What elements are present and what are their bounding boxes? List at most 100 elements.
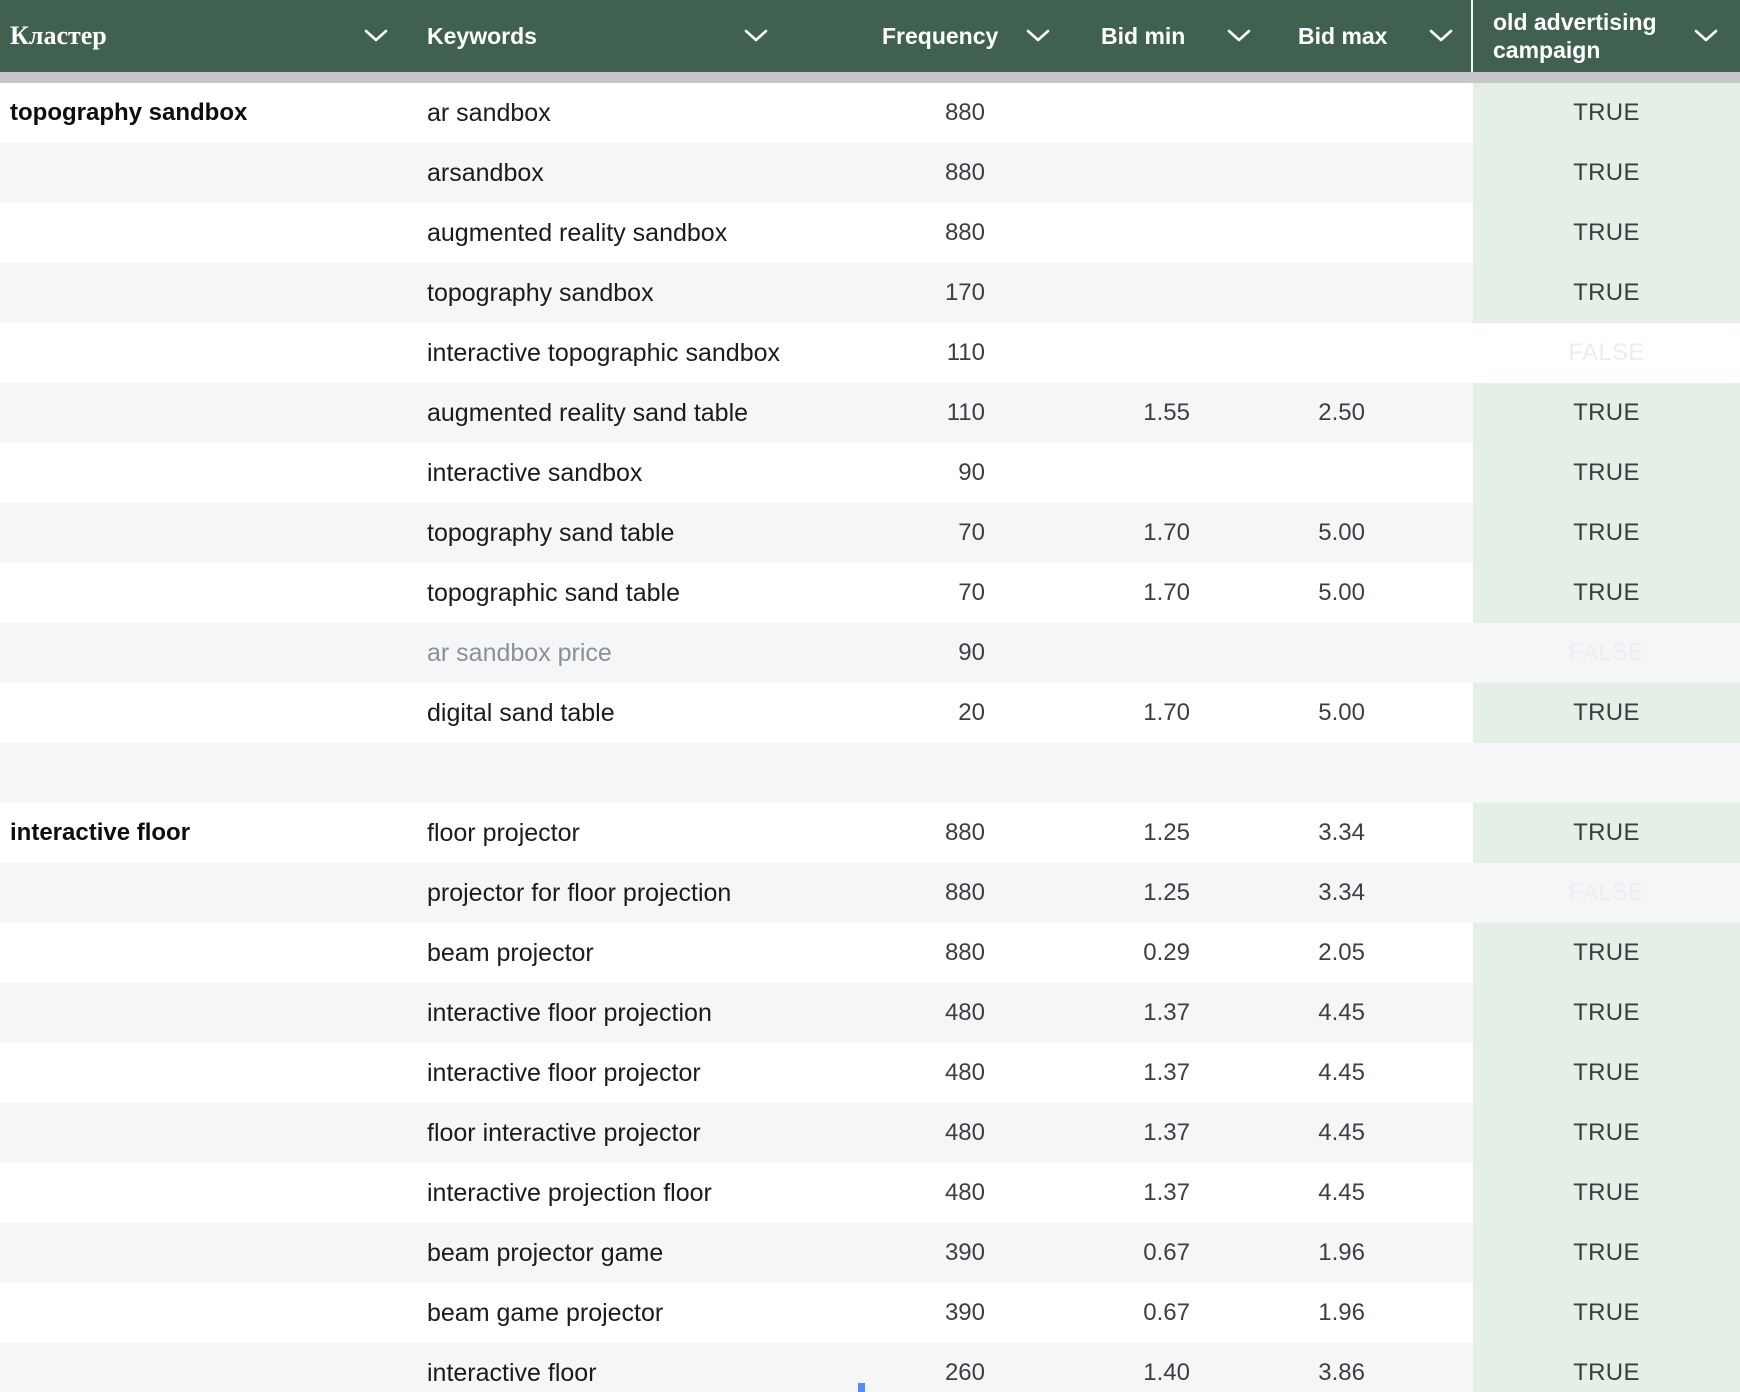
keyword-cell[interactable]: interactive sandbox [420, 459, 790, 488]
keyword-cell[interactable]: ar sandbox price [420, 639, 790, 668]
keyword-cell[interactable]: augmented reality sand table [420, 399, 790, 428]
frequency-cell[interactable]: 480 [790, 1119, 1010, 1147]
bid-min-cell[interactable]: 1.37 [1010, 1059, 1215, 1087]
keyword-cell[interactable]: interactive projection floor [420, 1179, 790, 1208]
campaign-cell[interactable]: TRUE [1473, 1103, 1740, 1163]
cluster-cell[interactable]: interactive floor [0, 819, 420, 847]
keyword-cell[interactable]: beam projector game [420, 1239, 790, 1268]
keyword-cell[interactable]: topography sand table [420, 519, 790, 548]
campaign-cell[interactable]: TRUE [1473, 263, 1740, 323]
campaign-cell[interactable]: FALSE [1473, 863, 1740, 923]
frequency-cell[interactable]: 90 [790, 459, 1010, 487]
campaign-cell[interactable]: TRUE [1473, 503, 1740, 563]
bid-max-cell[interactable]: 1.96 [1215, 1299, 1390, 1327]
frequency-cell[interactable]: 70 [790, 519, 1010, 547]
frequency-cell[interactable]: 880 [790, 219, 1010, 247]
filter-chevron-down-icon-bid-min[interactable] [1227, 29, 1251, 43]
keyword-cell[interactable]: ar sandbox [420, 99, 790, 128]
bid-max-cell[interactable]: 2.50 [1215, 399, 1390, 427]
bid-max-cell[interactable]: 5.00 [1215, 519, 1390, 547]
filter-chevron-down-icon-bid-max[interactable] [1429, 29, 1453, 43]
campaign-cell[interactable]: TRUE [1473, 83, 1740, 143]
bid-min-cell[interactable]: 1.40 [1010, 1359, 1215, 1387]
frequency-cell[interactable]: 390 [790, 1239, 1010, 1267]
frequency-cell[interactable]: 880 [790, 99, 1010, 127]
cluster-cell[interactable]: topography sandbox [0, 99, 420, 127]
bid-min-cell[interactable]: 1.37 [1010, 1119, 1215, 1147]
campaign-cell[interactable]: TRUE [1473, 443, 1740, 503]
bid-min-cell[interactable]: 1.37 [1010, 1179, 1215, 1207]
frequency-cell[interactable]: 70 [790, 579, 1010, 607]
campaign-cell[interactable]: TRUE [1473, 143, 1740, 203]
campaign-cell[interactable]: TRUE [1473, 983, 1740, 1043]
bid-max-cell[interactable]: 2.05 [1215, 939, 1390, 967]
frequency-cell[interactable]: 20 [790, 699, 1010, 727]
frequency-cell[interactable]: 480 [790, 999, 1010, 1027]
campaign-cell[interactable]: TRUE [1473, 383, 1740, 443]
bid-max-cell[interactable]: 3.34 [1215, 819, 1390, 847]
bid-max-cell[interactable]: 4.45 [1215, 999, 1390, 1027]
bid-min-cell[interactable]: 1.37 [1010, 999, 1215, 1027]
bid-max-cell[interactable]: 4.45 [1215, 1059, 1390, 1087]
keyword-cell[interactable]: interactive floor [420, 1359, 790, 1388]
bid-min-cell[interactable]: 0.29 [1010, 939, 1215, 967]
frequency-cell[interactable]: 90 [790, 639, 1010, 667]
bid-min-cell[interactable]: 1.55 [1010, 399, 1215, 427]
frequency-cell[interactable]: 170 [790, 279, 1010, 307]
bid-min-cell[interactable]: 1.25 [1010, 819, 1215, 847]
campaign-cell[interactable]: TRUE [1473, 1343, 1740, 1392]
frequency-cell[interactable]: 260 [790, 1359, 1010, 1387]
bid-min-cell[interactable]: 1.25 [1010, 879, 1215, 907]
keyword-cell[interactable]: interactive floor projector [420, 1059, 790, 1088]
keyword-cell[interactable]: projector for floor projection [420, 879, 790, 908]
keyword-cell[interactable]: interactive floor projection [420, 999, 790, 1028]
campaign-cell[interactable]: TRUE [1473, 1043, 1740, 1103]
campaign-cell[interactable]: FALSE [1473, 623, 1740, 683]
frequency-cell[interactable]: 390 [790, 1299, 1010, 1327]
campaign-cell[interactable]: TRUE [1473, 1163, 1740, 1223]
campaign-cell[interactable]: TRUE [1473, 203, 1740, 263]
campaign-cell[interactable]: TRUE [1473, 683, 1740, 743]
frequency-cell[interactable]: 880 [790, 159, 1010, 187]
campaign-cell[interactable]: TRUE [1473, 923, 1740, 983]
campaign-cell[interactable] [1473, 743, 1740, 803]
keyword-cell[interactable]: floor projector [420, 819, 790, 848]
bid-max-cell[interactable]: 5.00 [1215, 699, 1390, 727]
frequency-cell[interactable]: 880 [790, 879, 1010, 907]
bid-max-cell[interactable]: 4.45 [1215, 1119, 1390, 1147]
keyword-cell[interactable]: arsandbox [420, 159, 790, 188]
campaign-cell[interactable]: TRUE [1473, 803, 1740, 863]
filter-chevron-down-icon-cluster[interactable] [364, 29, 388, 43]
bid-min-cell[interactable]: 1.70 [1010, 699, 1215, 727]
keyword-cell[interactable]: topographic sand table [420, 579, 790, 608]
keyword-cell[interactable]: floor interactive projector [420, 1119, 790, 1148]
frequency-cell[interactable]: 880 [790, 939, 1010, 967]
bid-max-cell[interactable]: 3.34 [1215, 879, 1390, 907]
frequency-cell[interactable]: 480 [790, 1179, 1010, 1207]
frequency-cell[interactable]: 110 [790, 399, 1010, 427]
frequency-cell[interactable]: 880 [790, 819, 1010, 847]
bid-min-cell[interactable]: 0.67 [1010, 1299, 1215, 1327]
frequency-cell[interactable]: 110 [790, 339, 1010, 367]
campaign-cell[interactable]: TRUE [1473, 563, 1740, 623]
keyword-cell[interactable]: digital sand table [420, 699, 790, 728]
bid-max-cell[interactable]: 4.45 [1215, 1179, 1390, 1207]
keyword-cell[interactable]: topography sandbox [420, 279, 790, 308]
keyword-cell[interactable]: beam projector [420, 939, 790, 968]
campaign-cell[interactable]: FALSE [1473, 323, 1740, 383]
campaign-cell[interactable]: TRUE [1473, 1283, 1740, 1343]
campaign-cell[interactable]: TRUE [1473, 1223, 1740, 1283]
bid-min-cell[interactable]: 1.70 [1010, 579, 1215, 607]
filter-chevron-down-icon-frequency[interactable] [1026, 29, 1050, 43]
frequency-cell[interactable]: 480 [790, 1059, 1010, 1087]
keyword-cell[interactable]: augmented reality sandbox [420, 219, 790, 248]
bid-max-cell[interactable]: 3.86 [1215, 1359, 1390, 1387]
bid-max-cell[interactable]: 5.00 [1215, 579, 1390, 607]
bid-min-cell[interactable]: 1.70 [1010, 519, 1215, 547]
keyword-cell[interactable]: interactive topographic sandbox [420, 339, 790, 368]
filter-chevron-down-icon-campaign[interactable] [1694, 29, 1718, 43]
bid-max-cell[interactable]: 1.96 [1215, 1239, 1390, 1267]
bid-min-cell[interactable]: 0.67 [1010, 1239, 1215, 1267]
filter-chevron-down-icon-keywords[interactable] [744, 29, 768, 43]
keyword-cell[interactable]: beam game projector [420, 1299, 790, 1328]
